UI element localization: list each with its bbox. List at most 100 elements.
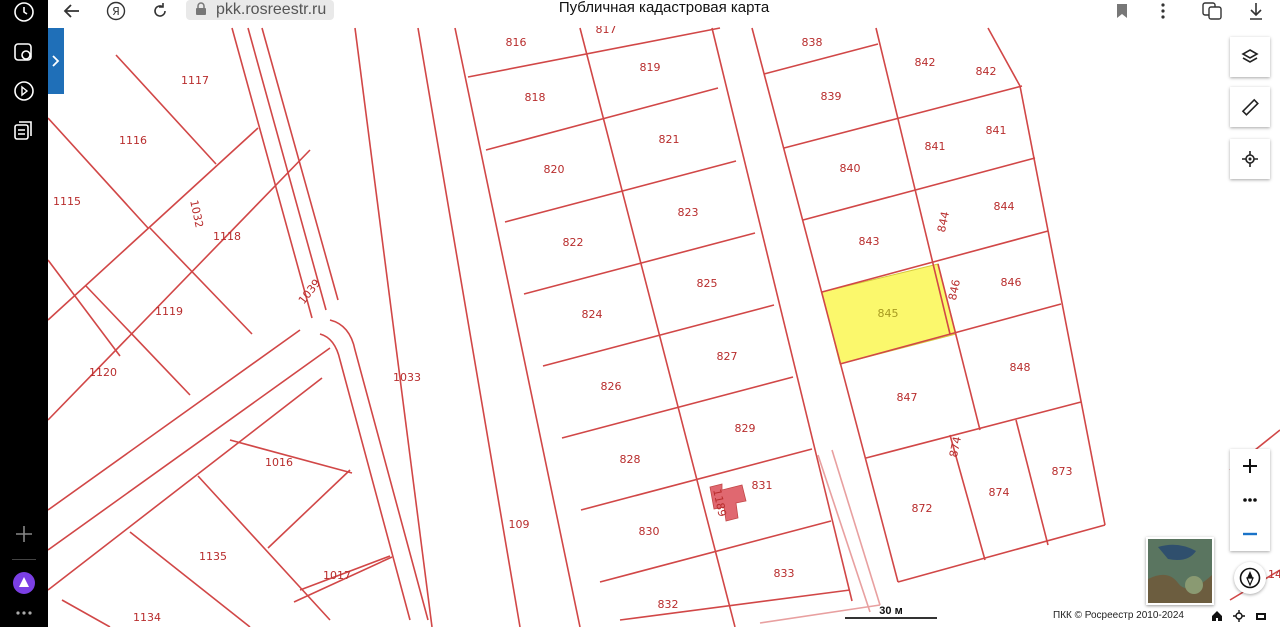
parcel-label: 1117	[181, 74, 209, 87]
reload-button[interactable]	[148, 0, 172, 22]
bookmark-icon	[1117, 4, 1127, 18]
reload-icon	[154, 3, 166, 17]
menu-button[interactable]	[1153, 0, 1173, 22]
lock-icon	[196, 2, 206, 15]
collections-icon[interactable]	[12, 119, 36, 143]
parcel-label: 14	[1268, 568, 1280, 581]
parcel-label: 833	[774, 567, 795, 580]
sidebar-divider	[12, 559, 36, 560]
compass-button[interactable]	[1234, 562, 1266, 594]
parcel-label: 847	[897, 391, 918, 404]
parcel-label: 1120	[89, 366, 117, 379]
layers-button[interactable]	[1230, 37, 1270, 77]
bookmark-button[interactable]	[1112, 0, 1132, 22]
parcel-label: 839	[821, 90, 842, 103]
plus-icon[interactable]	[12, 522, 36, 546]
minus-icon	[1243, 532, 1257, 536]
play-icon[interactable]	[12, 79, 36, 103]
translate-button[interactable]	[1200, 0, 1224, 22]
parcel-label: 848	[1010, 361, 1031, 374]
scale-label: 30 м	[879, 605, 903, 617]
browser-toolbar: Я pkk.rosreestr.ru Публичная кадастровая…	[48, 0, 1280, 26]
parcel-label: 825	[697, 277, 718, 290]
parcel-label: 841	[986, 124, 1007, 137]
expand-panel-button[interactable]	[48, 28, 64, 94]
parcel-label: 821	[659, 133, 680, 146]
parcel-label: 1017	[323, 569, 351, 582]
clock-icon[interactable]	[12, 0, 36, 24]
parcel-label: 818	[525, 91, 546, 104]
parcel-labels: 816 817 818 819 820 821 822 823 824 825 …	[53, 26, 1280, 624]
layers-icon	[1241, 49, 1259, 63]
locate-button[interactable]	[1230, 139, 1270, 179]
parcel-label: 829	[735, 422, 756, 435]
parcel-label: 1134	[133, 611, 161, 624]
browser-sidebar	[0, 0, 48, 627]
alice-icon[interactable]	[12, 571, 36, 595]
parcel-label-selected: 845	[878, 307, 899, 320]
camera-icon[interactable]	[12, 40, 36, 64]
zoom-more-button[interactable]	[1230, 483, 1270, 517]
download-icon	[1250, 3, 1262, 20]
parcel-label: 109	[509, 518, 530, 531]
parcel-label: 816	[506, 36, 527, 49]
copyright-text: ПКК © Росреестр 2010-2024	[1053, 610, 1184, 621]
parcel-label: 1118	[213, 230, 241, 243]
address-bar[interactable]: pkk.rosreestr.ru	[186, 0, 335, 20]
parcel-label: 832	[658, 598, 679, 611]
kebab-menu-icon	[1161, 3, 1165, 19]
parcel-label: 820	[544, 163, 565, 176]
print-icon[interactable]	[1254, 609, 1268, 623]
parcel-label: 838	[802, 36, 823, 49]
ruler-icon	[1241, 98, 1259, 116]
parcel-label: 1135	[199, 550, 227, 563]
plus-icon	[1243, 459, 1257, 473]
compass-icon	[1239, 567, 1261, 589]
parcel-label: 846	[946, 278, 963, 301]
more-dots-icon	[1243, 498, 1257, 502]
scale-line	[845, 617, 937, 619]
parcel-label: 822	[563, 236, 584, 249]
yandex-button[interactable]: Я	[104, 0, 128, 22]
zoom-in-button[interactable]	[1230, 449, 1270, 483]
map-canvas[interactable]: 816 817 818 819 820 821 822 823 824 825 …	[48, 26, 1280, 627]
zoom-controls	[1230, 449, 1270, 551]
parcel-label: 874	[989, 486, 1010, 499]
yandex-icon: Я	[106, 1, 126, 21]
locate-icon	[1242, 151, 1258, 167]
parcel-label: 824	[582, 308, 603, 321]
parcel-label: 846	[1001, 276, 1022, 289]
parcel-label: 828	[620, 453, 641, 466]
translate-icon	[1202, 2, 1222, 20]
parcel-label: 1115	[53, 195, 81, 208]
parcel-label: 830	[639, 525, 660, 538]
parcel-label: 819	[640, 61, 661, 74]
parcel-label: 844	[994, 200, 1015, 213]
bottom-controls	[1210, 608, 1268, 624]
url-text: pkk.rosreestr.ru	[216, 1, 327, 18]
parcel-label: 844	[935, 210, 952, 233]
parcel-label: 841	[925, 140, 946, 153]
ruler-button[interactable]	[1230, 87, 1270, 127]
parcel-label: 840	[840, 162, 861, 175]
more-icon[interactable]	[12, 601, 36, 625]
parcel-label: 1119	[155, 305, 183, 318]
satellite-layer-thumbnail[interactable]	[1146, 537, 1214, 605]
scale-bar: 30 м	[845, 604, 937, 622]
chevron-right-icon	[52, 55, 60, 67]
parcel-label: 874	[947, 435, 964, 458]
home-icon[interactable]	[1210, 609, 1224, 623]
back-button[interactable]	[60, 0, 84, 22]
parcel-label: 842	[976, 65, 997, 78]
download-button[interactable]	[1244, 0, 1268, 22]
zoom-out-button[interactable]	[1230, 517, 1270, 551]
parcel-label: 1033	[393, 371, 421, 384]
locate-small-icon[interactable]	[1232, 609, 1246, 623]
parcel-label: 1039	[296, 277, 323, 307]
svg-text:Я: Я	[112, 5, 120, 18]
cadastral-map[interactable]: 816 817 818 819 820 821 822 823 824 825 …	[48, 26, 1280, 627]
parcel-label: 1032	[187, 199, 206, 229]
parcel-label: 842	[915, 56, 936, 69]
arrow-left-icon	[63, 4, 79, 18]
parcel-label: 826	[601, 380, 622, 393]
